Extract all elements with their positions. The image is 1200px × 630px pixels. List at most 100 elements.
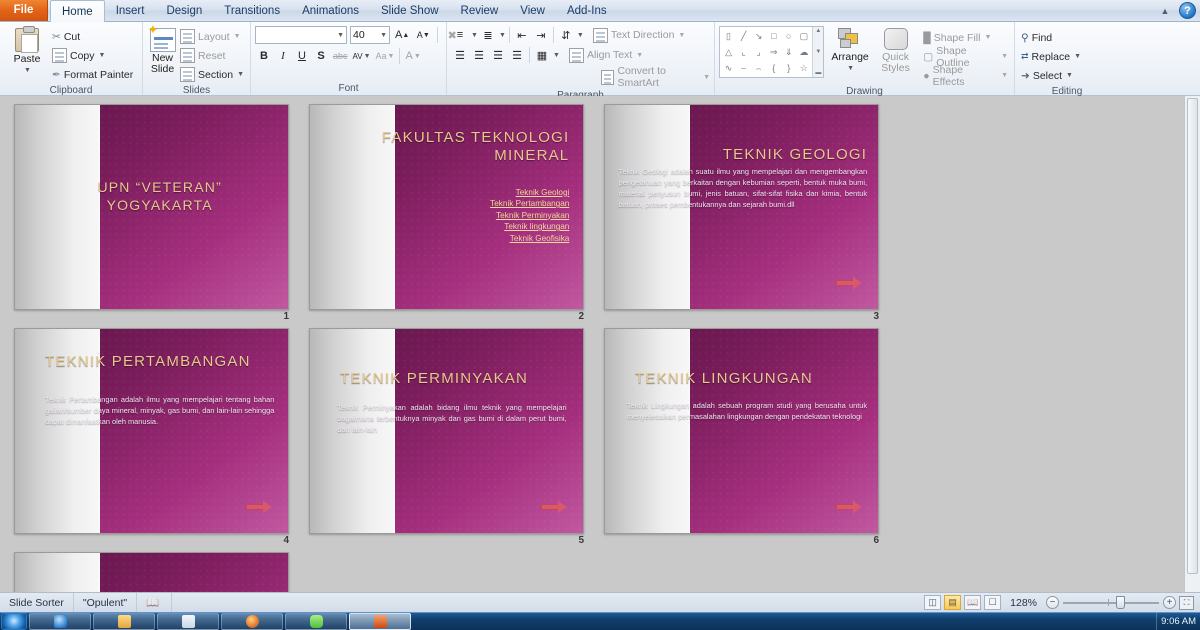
zoom-slider-handle[interactable] [1115,596,1125,609]
italic-button[interactable]: I [274,47,292,65]
slide-frame[interactable]: UPN “VETERAN” YOGYAKARTA [14,104,289,310]
shapes-gallery-scrollbar[interactable]: ▲ ▼ ▬ [812,27,824,77]
chevron-up-icon[interactable]: ▲ [1157,3,1173,19]
text-direction-button[interactable]: Text Direction ▼ [592,27,685,43]
font-size-input[interactable]: 40 ▼ [350,26,390,44]
block-arrow-right-icon[interactable]: ⇒ [766,44,781,60]
columns-button[interactable]: ▦ [533,46,551,64]
scroll-up-icon[interactable]: ▲ [815,28,821,34]
change-case-button[interactable]: Aa ▼ [374,47,397,65]
reading-view-button[interactable]: 📖 [964,595,982,610]
layout-button[interactable]: Layout ▼ [178,27,246,46]
tab-file[interactable]: File [0,0,48,21]
slide-thumbnail-1[interactable]: UPN “VETERAN” YOGYAKARTA 1 [14,104,309,322]
slide-thumbnail-2[interactable]: FAKULTAS TEKNOLOGI MINERAL Teknik Geolog… [309,104,604,322]
gallery-more-icon[interactable]: ▬ [815,70,821,76]
curve-shape-icon[interactable]: ⌣ [736,60,751,76]
arc-shape-icon[interactable]: ⌢ [751,60,766,76]
copy-button[interactable]: Copy ▼ [50,46,135,65]
font-color-button[interactable]: A ▼ [403,47,422,65]
slide-frame[interactable]: TEKNIK GEOFISIKA Teknik Geofisika adalah… [14,552,289,592]
scrollbar-thumb[interactable] [1187,98,1198,575]
slide-thumbnail-4[interactable]: TEKNIK PERTAMBANGAN Teknik Pertambangan … [14,328,309,546]
cut-button[interactable]: ✂ Cut [50,27,135,46]
slide-thumbnail-6[interactable]: TEKNIK LINGKUNGAN Teknik Lingkungan adal… [604,328,899,546]
rounded-rectangle-shape-icon[interactable]: ▢ [796,28,811,44]
zoom-out-button[interactable]: − [1046,596,1059,609]
next-arrow-icon[interactable] [245,500,272,513]
cloud-shape-icon[interactable]: ☁ [796,44,811,60]
bullets-button[interactable]: ≡ [451,26,469,44]
elbow-arrow-icon[interactable]: ⌟ [751,44,766,60]
slide-frame[interactable]: TEKNIK PERTAMBANGAN Teknik Pertambangan … [14,328,289,534]
arrow-line-shape-icon[interactable]: ↘ [751,28,766,44]
slide-sorter-view-button[interactable]: ▤ [944,595,962,610]
replace-button[interactable]: ⇄ Replace ▼ [1019,47,1083,66]
tab-insert[interactable]: Insert [105,0,156,21]
elbow-connector-icon[interactable]: ⌞ [736,44,751,60]
chevron-down-icon[interactable]: ▼ [337,32,344,39]
rectangle-shape-icon[interactable]: □ [766,28,781,44]
character-spacing-button[interactable]: AV ▼ [351,47,373,65]
tab-view[interactable]: View [509,0,556,21]
next-arrow-icon[interactable] [835,500,862,513]
tab-animations[interactable]: Animations [291,0,370,21]
slide-thumbnail-5[interactable]: TEKNIK PERMINYAKAN Teknik Perminyakan ad… [309,328,604,546]
slide-thumbnail-7[interactable]: TEKNIK GEOFISIKA Teknik Geofisika adalah… [14,552,309,592]
block-arrow-down-icon[interactable]: ⇓ [781,44,796,60]
slide-link[interactable]: Teknik Geologi [392,187,570,199]
zoom-slider[interactable] [1063,596,1159,609]
align-center-button[interactable]: ☰ [470,46,488,64]
align-text-button[interactable]: Align Text ▼ [568,47,643,63]
bold-button[interactable]: B [255,47,273,65]
slide-link[interactable]: Teknik Geofisika [392,233,570,245]
line-shape-icon[interactable]: ╱ [736,28,751,44]
section-button[interactable]: Section ▼ [178,65,246,84]
taskbar-item-firefox[interactable] [221,613,283,630]
convert-to-smartart-button[interactable]: Convert to SmartArt ▼ [601,65,710,89]
taskbar-item-powerpoint[interactable] [349,613,411,630]
normal-view-button[interactable]: ◫ [924,595,942,610]
tab-home[interactable]: Home [50,0,105,22]
taskbar-item-media-player[interactable] [157,613,219,630]
scroll-down-icon[interactable]: ▼ [815,49,821,55]
left-brace-shape-icon[interactable]: { [766,60,781,76]
slide-thumbnail-3[interactable]: TEKNIK GEOLOGI Teknik Geologi adalah sua… [604,104,899,322]
numbering-button[interactable]: ≣ [479,26,497,44]
slide-frame[interactable]: FAKULTAS TEKNOLOGI MINERAL Teknik Geolog… [309,104,584,310]
quick-styles-button[interactable]: Quick Styles [876,26,915,74]
grow-font-button[interactable]: A ▲ [393,26,411,44]
triangle-shape-icon[interactable]: △ [721,44,736,60]
underline-button[interactable]: U [293,47,311,65]
increase-indent-button[interactable]: ⇥ [532,26,550,44]
slideshow-view-button[interactable]: ☐ [984,595,1002,610]
select-button[interactable]: ➜ Select ▼ [1019,66,1083,85]
tab-design[interactable]: Design [155,0,213,21]
text-shadow-button[interactable]: S [312,47,330,65]
tab-add-ins[interactable]: Add-Ins [556,0,618,21]
slide-frame[interactable]: TEKNIK GEOLOGI Teknik Geologi adalah sua… [604,104,879,310]
arrange-button[interactable]: Arrange ▼ [830,26,869,74]
fit-slide-to-window-button[interactable]: ⛶ [1179,595,1194,610]
paste-button[interactable]: Paste ▼ [4,26,50,76]
line-spacing-button[interactable]: ⇵ [557,26,575,44]
align-right-button[interactable]: ☰ [489,46,507,64]
slide-link[interactable]: Teknik lingkungan [392,221,569,233]
find-button[interactable]: ⚲ Find [1019,28,1083,47]
shapes-gallery[interactable]: ▯ ╱ ↘ □ ○ ▢ △ ⌞ ⌟ ⇒ ⇓ ☁ ∿ ⌣ ⌢ { } ☆ ▲ ▼ … [719,26,825,78]
tab-review[interactable]: Review [450,0,510,21]
tab-transitions[interactable]: Transitions [213,0,291,21]
slide-frame[interactable]: TEKNIK PERMINYAKAN Teknik Perminyakan ad… [309,328,584,534]
slide-frame[interactable]: TEKNIK LINGKUNGAN Teknik Lingkungan adal… [604,328,879,534]
slide-sorter-pane[interactable]: UPN “VETERAN” YOGYAKARTA 1 FAKULTAS TEKN… [0,96,1200,592]
next-arrow-icon[interactable] [540,500,567,513]
align-left-button[interactable]: ☰ [451,46,469,64]
help-button[interactable]: ? [1179,2,1196,19]
taskbar-item-windows-explorer[interactable] [93,613,155,630]
justify-button[interactable]: ☰ [508,46,526,64]
chevron-down-icon[interactable]: ▼ [380,32,387,39]
taskbar-item-messenger[interactable] [285,613,347,630]
spell-check-button[interactable]: 📖 [137,592,173,613]
format-painter-button[interactable]: ✒ Format Painter [50,65,135,84]
clock-label[interactable]: 9:06 AM [1161,616,1196,627]
